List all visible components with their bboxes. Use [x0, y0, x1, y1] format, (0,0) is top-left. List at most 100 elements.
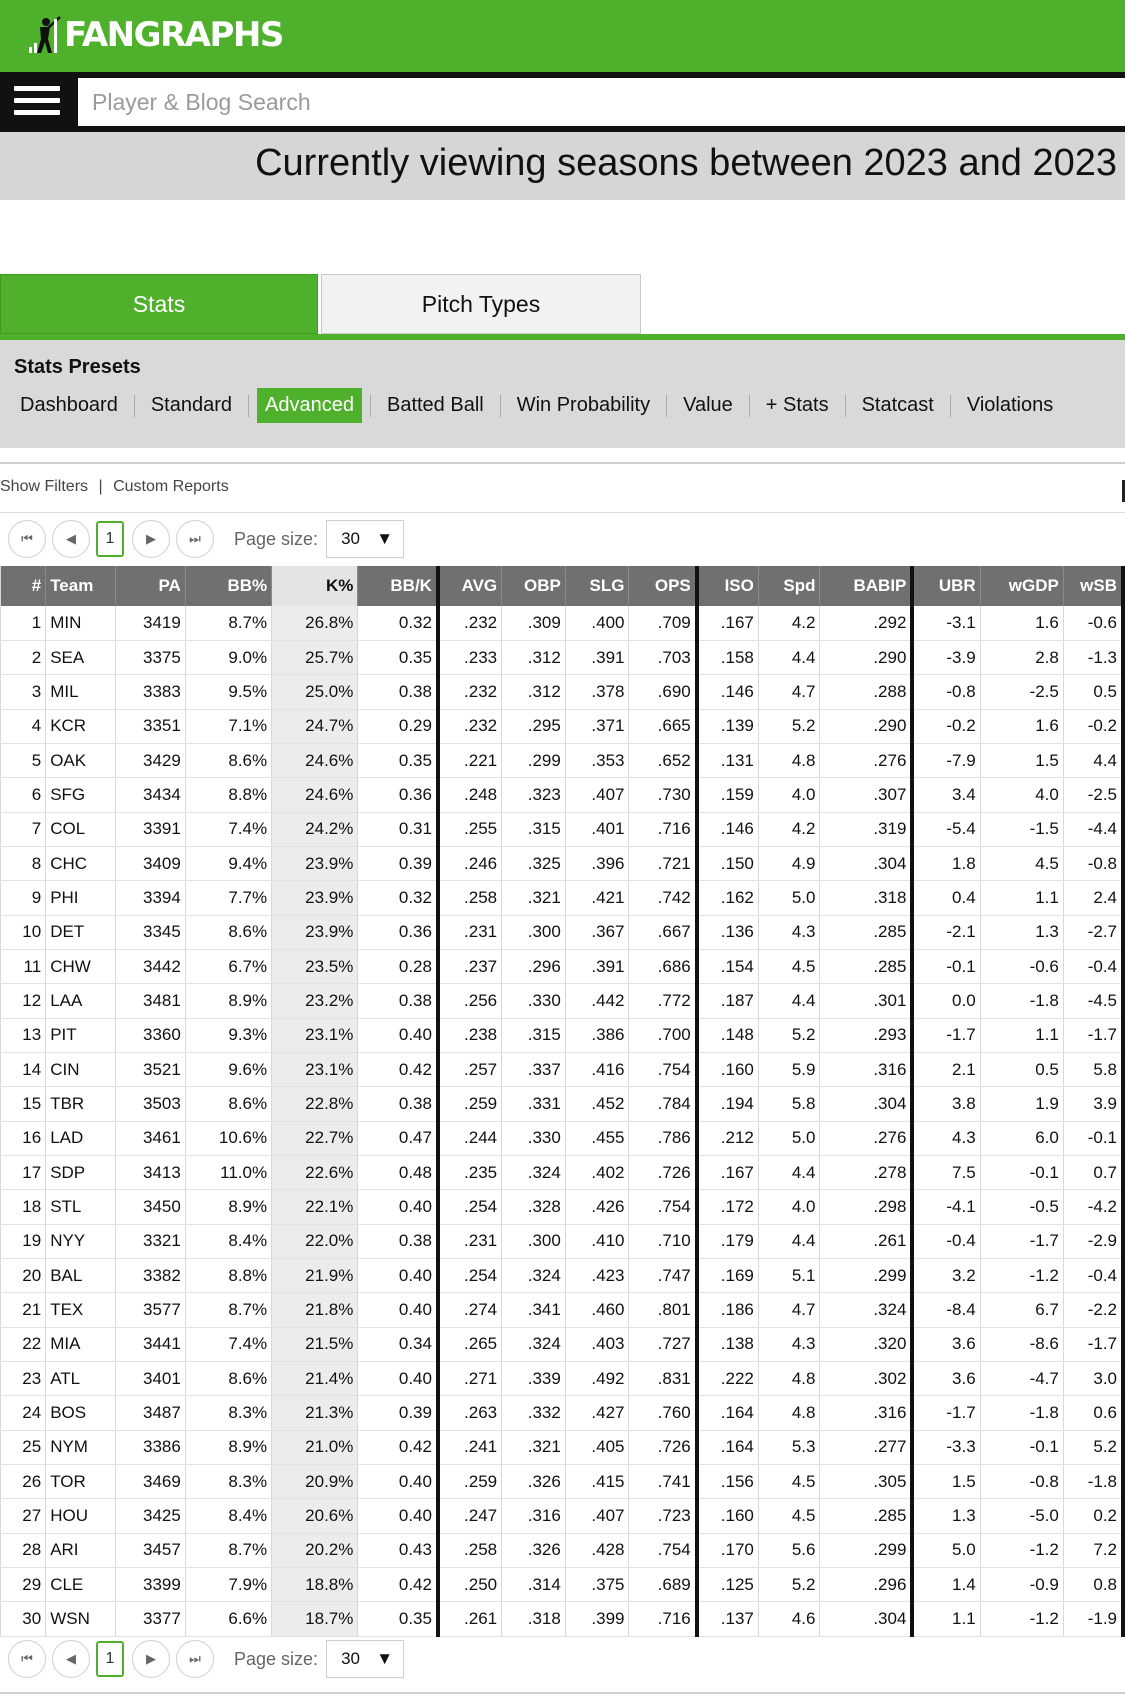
- cell-bb-k: 0.29: [357, 709, 440, 744]
- cell-pa: 3457: [115, 1533, 186, 1569]
- cell-team[interactable]: CIN: [45, 1052, 117, 1088]
- cell-team[interactable]: PHI: [45, 880, 117, 916]
- col-header-babip[interactable]: BABIP: [819, 566, 915, 606]
- cell-team[interactable]: SFG: [45, 777, 117, 813]
- current-page[interactable]: 1: [96, 521, 124, 557]
- show-filters-link[interactable]: Show Filters: [0, 478, 88, 495]
- season-range-text: Currently viewing seasons between 2023 a…: [255, 142, 1117, 184]
- cell-team[interactable]: MIL: [45, 674, 117, 710]
- prev-page-icon[interactable]: ◀: [52, 520, 90, 558]
- divider: [748, 394, 750, 417]
- col-header-wsb[interactable]: wSB: [1063, 566, 1125, 606]
- page-size-select[interactable]: 30 ▼: [326, 1640, 405, 1678]
- preset-value[interactable]: Value: [675, 388, 741, 423]
- fangraphs-logo[interactable]: FANGRAPHS: [26, 15, 284, 55]
- cell-wgdp: -8.6: [980, 1327, 1064, 1363]
- cell-k-pct: 23.2%: [271, 983, 359, 1019]
- col-header-bb-pct[interactable]: BB%: [185, 566, 273, 606]
- cell-team[interactable]: ATL: [45, 1361, 117, 1397]
- cell-team[interactable]: MIN: [45, 606, 117, 641]
- cell-team[interactable]: NYM: [45, 1430, 117, 1466]
- col-header-spd[interactable]: Spd: [758, 566, 821, 606]
- current-page[interactable]: 1: [96, 1641, 124, 1677]
- cell-babip: .285: [819, 915, 915, 950]
- col-header-iso[interactable]: ISO: [696, 566, 759, 606]
- cell-ubr: -0.4: [912, 1224, 981, 1260]
- tab-stats[interactable]: Stats: [0, 274, 318, 334]
- cell-team[interactable]: WSN: [45, 1601, 117, 1637]
- first-page-icon[interactable]: ⏮: [8, 1640, 46, 1678]
- cell-team[interactable]: CHW: [45, 949, 117, 985]
- cell-babip: .304: [819, 1086, 915, 1122]
- cell-team[interactable]: LAD: [45, 1121, 117, 1157]
- cell-bb-k: 0.40: [357, 1189, 440, 1225]
- preset-statcast[interactable]: Statcast: [854, 388, 942, 423]
- col-header-ubr[interactable]: UBR: [912, 566, 981, 606]
- table-row: 26 TOR 3469 8.3% 20.9% 0.40.259.326.415.741.1…: [0, 1464, 1125, 1500]
- table-row: 9 PHI 3394 7.7% 23.9% 0.32.258.321.421.742.16…: [0, 880, 1125, 916]
- divider: [248, 394, 250, 417]
- cell-team[interactable]: MIA: [45, 1327, 117, 1363]
- search-input[interactable]: [78, 78, 1125, 126]
- cell-wsb: 3.9: [1063, 1086, 1125, 1122]
- cell-team[interactable]: LAA: [45, 983, 117, 1019]
- preset-plus-stats[interactable]: + Stats: [758, 388, 837, 423]
- cell-babip: .290: [819, 640, 915, 676]
- preset-dashboard[interactable]: Dashboard: [12, 388, 126, 423]
- cell-slg: .371: [565, 709, 630, 744]
- next-page-icon[interactable]: ▶: [132, 520, 170, 558]
- col-header-wgdp[interactable]: wGDP: [980, 566, 1064, 606]
- col-header-slg[interactable]: SLG: [565, 566, 630, 606]
- col-header-team[interactable]: Team: [45, 566, 117, 606]
- first-page-icon[interactable]: ⏮: [8, 520, 46, 558]
- cell-team[interactable]: TOR: [45, 1464, 117, 1500]
- page-size-select[interactable]: 30 ▼: [326, 520, 405, 558]
- cell-team[interactable]: BAL: [45, 1258, 117, 1294]
- cell-team[interactable]: CHC: [45, 846, 117, 882]
- hamburger-menu-icon[interactable]: [14, 86, 60, 120]
- col-header-bb-k[interactable]: BB/K: [357, 566, 440, 606]
- cell-avg: .259: [437, 1086, 503, 1122]
- cell-team[interactable]: KCR: [45, 709, 117, 744]
- col-header-obp[interactable]: OBP: [501, 566, 566, 606]
- cell-team[interactable]: ARI: [45, 1533, 117, 1569]
- preset-win-probability[interactable]: Win Probability: [509, 388, 658, 423]
- cell-pa: 3503: [115, 1086, 186, 1122]
- custom-reports-link[interactable]: Custom Reports: [113, 478, 229, 495]
- cell-ubr: 1.3: [912, 1498, 981, 1534]
- cell-team[interactable]: CLE: [45, 1567, 117, 1603]
- preset-advanced[interactable]: Advanced: [257, 388, 362, 423]
- cell-spd: 5.0: [758, 880, 821, 916]
- cell-team[interactable]: HOU: [45, 1498, 117, 1534]
- last-page-icon[interactable]: ⏭: [176, 1640, 214, 1678]
- cell-team[interactable]: NYY: [45, 1224, 117, 1260]
- cell-team[interactable]: SEA: [45, 640, 117, 676]
- cell-ops: .831: [628, 1361, 699, 1397]
- last-page-icon[interactable]: ⏭: [176, 520, 214, 558]
- cell-team[interactable]: PIT: [45, 1018, 117, 1053]
- cell-team[interactable]: OAK: [45, 743, 117, 779]
- filters-links: Show Filters | Custom Reports: [0, 478, 229, 496]
- preset-violations[interactable]: Violations: [959, 388, 1061, 423]
- cell-team[interactable]: STL: [45, 1189, 117, 1225]
- preset-standard[interactable]: Standard: [143, 388, 240, 423]
- preset-batted-ball[interactable]: Batted Ball: [379, 388, 492, 423]
- prev-page-icon[interactable]: ◀: [52, 1640, 90, 1678]
- col-header-avg[interactable]: AVG: [437, 566, 503, 606]
- col-header-ops[interactable]: OPS: [628, 566, 699, 606]
- cell-ops: .726: [628, 1155, 699, 1191]
- next-page-icon[interactable]: ▶: [132, 1640, 170, 1678]
- cell-team[interactable]: COL: [45, 812, 117, 847]
- cell-bb-k: 0.40: [357, 1361, 440, 1397]
- cell-team[interactable]: SDP: [45, 1155, 117, 1191]
- col-header-k-pct[interactable]: K%: [271, 566, 359, 606]
- cell-pa: 3377: [115, 1601, 186, 1637]
- cell-team[interactable]: BOS: [45, 1395, 117, 1431]
- col-header-rank[interactable]: #: [0, 566, 47, 606]
- cell-team[interactable]: TBR: [45, 1086, 117, 1122]
- cell-team[interactable]: DET: [45, 915, 117, 950]
- col-header-pa[interactable]: PA: [115, 566, 186, 606]
- cell-team[interactable]: TEX: [45, 1292, 117, 1328]
- cell-wsb: -4.5: [1063, 983, 1125, 1019]
- tab-pitch-types[interactable]: Pitch Types: [321, 274, 641, 334]
